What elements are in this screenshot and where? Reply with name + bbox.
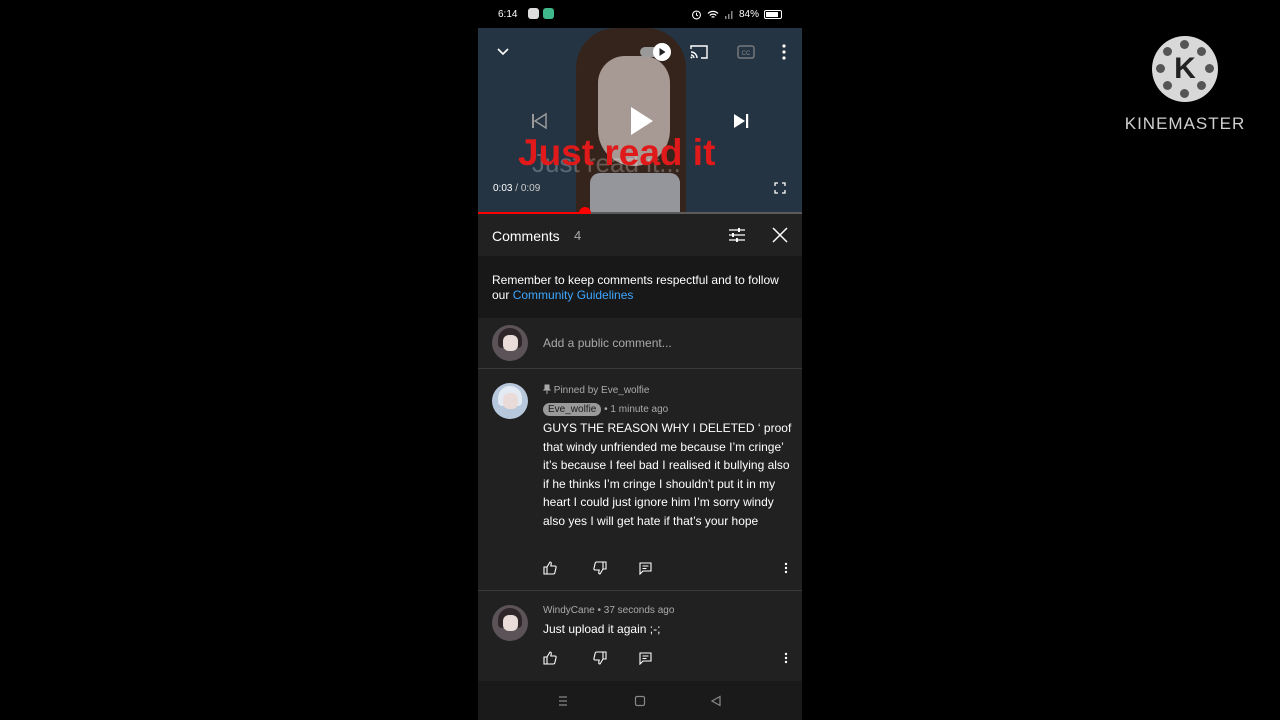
comments-count: 4 bbox=[574, 228, 582, 243]
discord-icon bbox=[528, 8, 539, 19]
recent-apps-icon[interactable] bbox=[556, 694, 570, 708]
chevron-down-icon[interactable] bbox=[495, 44, 511, 60]
comments-title: Comments bbox=[492, 228, 560, 244]
add-comment-input[interactable]: Add a public comment... bbox=[543, 336, 672, 350]
video-time-separator: / bbox=[512, 183, 521, 194]
video-overlay-text: Just read it bbox=[518, 132, 716, 173]
alarm-icon bbox=[691, 10, 701, 20]
app-notification-icon bbox=[543, 8, 554, 19]
reply-icon[interactable] bbox=[637, 560, 653, 576]
community-guidelines-link[interactable]: Community Guidelines bbox=[513, 288, 634, 302]
comments-header: Comments 4 bbox=[478, 214, 802, 256]
comment-meta: WindyCane • 37 seconds ago bbox=[543, 605, 674, 616]
avatar bbox=[492, 325, 528, 361]
cc-icon[interactable]: CC bbox=[736, 43, 756, 61]
comments-guidelines-notice: Remember to keep comments respectful and… bbox=[478, 256, 802, 318]
kinemaster-watermark: K KINEMASTER bbox=[1120, 36, 1250, 134]
pin-icon bbox=[542, 384, 552, 394]
battery-fill bbox=[766, 12, 778, 17]
notification-icons bbox=[528, 8, 554, 19]
more-vert-icon[interactable] bbox=[778, 560, 794, 576]
add-comment-row[interactable]: Add a public comment... bbox=[478, 318, 802, 369]
kinemaster-logo-icon: K bbox=[1152, 36, 1218, 102]
battery-icon bbox=[764, 10, 782, 19]
comment-time: 37 seconds ago bbox=[603, 605, 675, 616]
wifi-icon bbox=[707, 10, 719, 18]
comment-author[interactable]: WindyCane bbox=[543, 605, 595, 616]
pinned-label: Pinned by Eve_wolfie bbox=[542, 384, 650, 396]
dislike-icon[interactable] bbox=[592, 560, 608, 576]
more-vert-icon[interactable] bbox=[778, 43, 790, 61]
back-icon[interactable] bbox=[709, 694, 723, 708]
avatar[interactable] bbox=[492, 383, 528, 419]
pinned-by-text: Pinned by Eve_wolfie bbox=[553, 385, 650, 396]
comment-time: 1 minute ago bbox=[610, 404, 669, 415]
comment-text: GUYS THE REASON WHY I DELETED ‘ proof th… bbox=[543, 421, 792, 528]
video-current-time: 0:03 bbox=[493, 183, 513, 194]
meta-separator: • bbox=[594, 605, 604, 616]
reply-icon[interactable] bbox=[637, 650, 653, 666]
status-bar: 6:14 84% bbox=[478, 0, 802, 28]
dislike-icon[interactable] bbox=[592, 650, 608, 666]
video-player[interactable]: Just read it... Just read it CC 0:03 / 0… bbox=[478, 28, 802, 212]
previous-icon bbox=[528, 110, 550, 132]
status-time: 6:14 bbox=[498, 9, 518, 20]
kinemaster-logo-letter: K bbox=[1174, 52, 1196, 85]
svg-text:CC: CC bbox=[742, 51, 751, 57]
next-icon[interactable] bbox=[730, 110, 752, 132]
signal-icon bbox=[724, 10, 733, 19]
battery-percent: 84% bbox=[738, 9, 759, 20]
cast-icon[interactable] bbox=[689, 42, 709, 62]
like-icon[interactable] bbox=[542, 560, 558, 576]
comment-item: WindyCane • 37 seconds ago Just upload i… bbox=[478, 591, 802, 681]
autoplay-toggle-icon[interactable] bbox=[638, 40, 684, 64]
kinemaster-brand-text: KINEMASTER bbox=[1124, 114, 1246, 133]
filter-icon[interactable] bbox=[727, 226, 747, 244]
close-icon[interactable] bbox=[770, 226, 790, 244]
like-icon[interactable] bbox=[542, 650, 558, 666]
more-vert-icon[interactable] bbox=[778, 650, 794, 666]
comment-text: Just upload it again ;-; bbox=[543, 622, 661, 636]
video-duration: 0:09 bbox=[520, 183, 541, 194]
comment-meta: Eve_wolfie • 1 minute ago bbox=[543, 403, 669, 416]
avatar[interactable] bbox=[492, 605, 528, 641]
play-icon[interactable] bbox=[626, 103, 658, 139]
home-icon[interactable] bbox=[633, 694, 647, 708]
fullscreen-icon[interactable] bbox=[773, 181, 787, 195]
comment-item: Pinned by Eve_wolfie Eve_wolfie • 1 minu… bbox=[478, 370, 802, 590]
comment-author-badge[interactable]: Eve_wolfie bbox=[543, 403, 602, 416]
video-time-display: 0:03 / 0:09 bbox=[493, 183, 540, 194]
phone-screen: 6:14 84% Just read it... Just read it CC… bbox=[478, 0, 802, 720]
system-nav-bar bbox=[478, 681, 802, 720]
status-indicators: 84% bbox=[691, 9, 782, 20]
